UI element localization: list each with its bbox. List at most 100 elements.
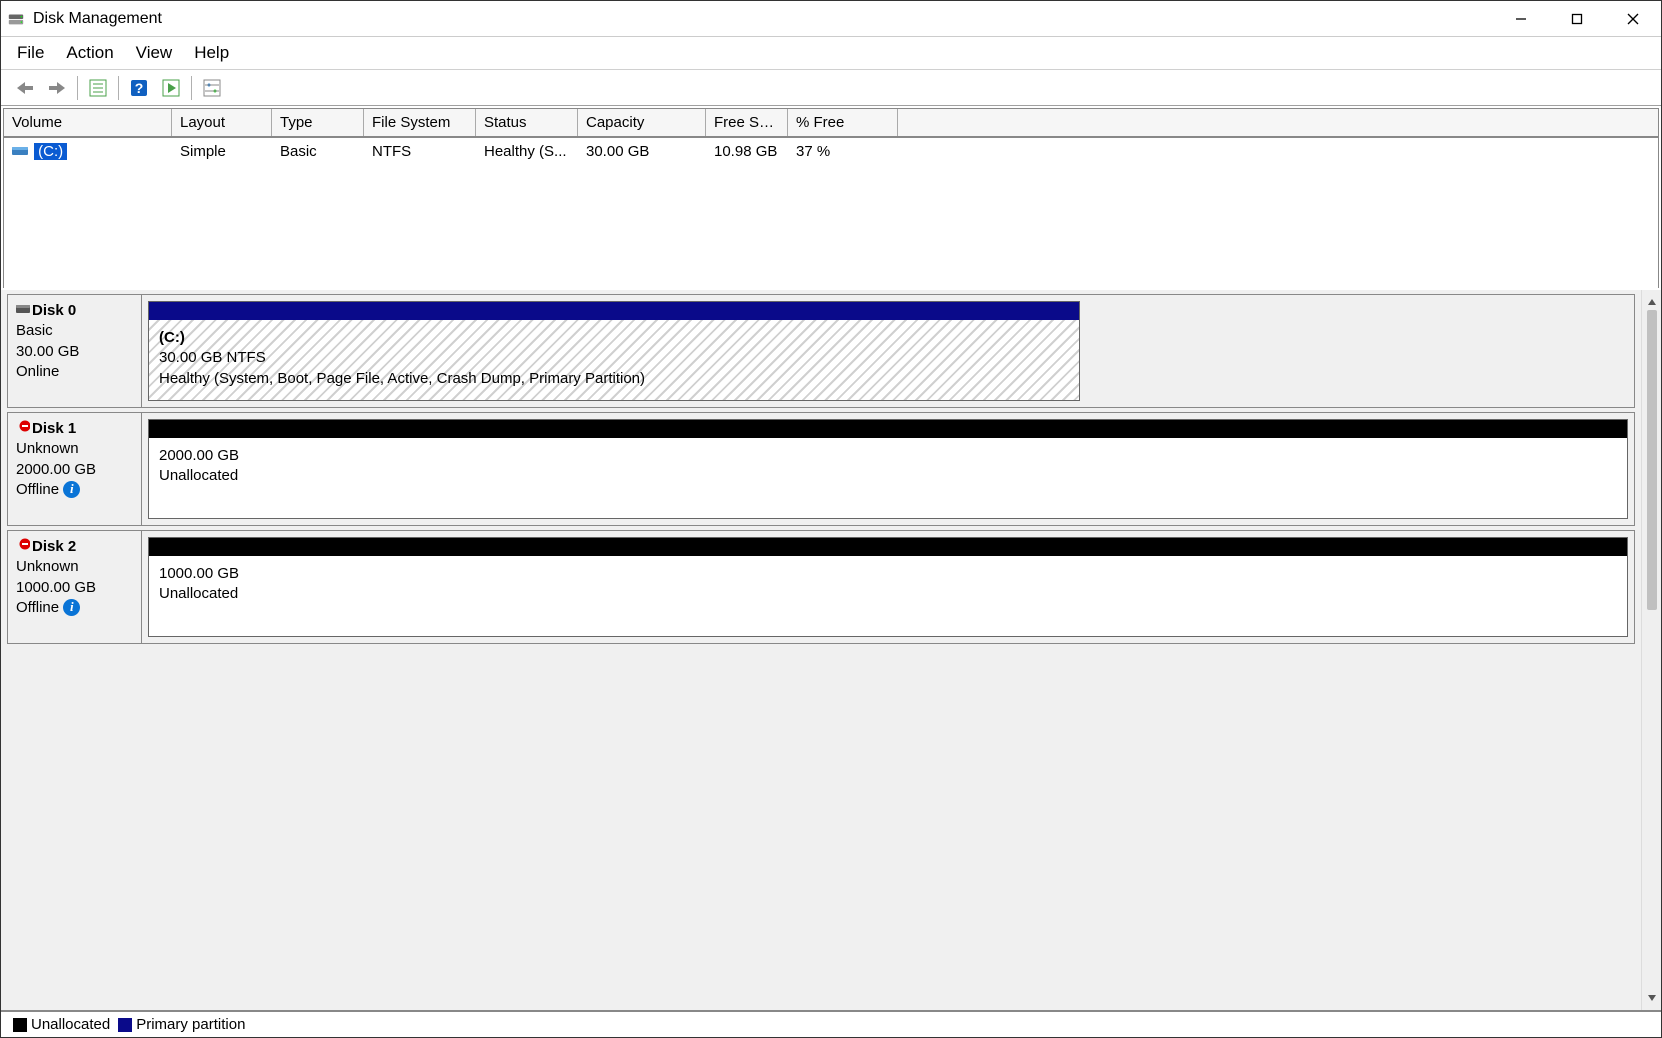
error-icon xyxy=(16,419,30,439)
forward-button[interactable] xyxy=(43,75,71,101)
menu-action[interactable]: Action xyxy=(66,43,113,63)
maximize-button[interactable] xyxy=(1549,1,1605,37)
menu-help[interactable]: Help xyxy=(194,43,229,63)
disk-name: Disk 0 xyxy=(16,301,133,321)
disk-management-window: Disk Management File Action View Help xyxy=(0,0,1662,1038)
close-button[interactable] xyxy=(1605,1,1661,37)
disk-kind: Unknown xyxy=(16,557,133,577)
toolbar-separator xyxy=(118,76,119,100)
title-bar: Disk Management xyxy=(1,1,1661,37)
toolbar: ? xyxy=(1,70,1661,106)
volume-header-row: Volume Layout Type File System Status Ca… xyxy=(4,109,1658,138)
header-status[interactable]: Status xyxy=(476,109,578,136)
volume-row[interactable]: (C:) SimpleBasicNTFSHealthy (S...30.00 GB… xyxy=(4,138,1658,166)
volume-list-pane: Volume Layout Type File System Status Ca… xyxy=(3,108,1659,288)
title-bar-left: Disk Management xyxy=(7,10,162,28)
volume-percent-free: 37 % xyxy=(788,141,898,163)
info-icon[interactable] xyxy=(63,599,80,616)
disk-state: Offline xyxy=(16,480,133,500)
disk-row[interactable]: Disk 0Basic30.00 GBOnline(C:)30.00 GB NT… xyxy=(7,294,1635,408)
partition-size: 1000.00 GB xyxy=(159,564,1617,584)
disk-graph-cell: 1000.00 GBUnallocated xyxy=(142,531,1634,643)
disk-row[interactable]: Disk 2Unknown1000.00 GBOffline 1000.00 G… xyxy=(7,530,1635,644)
header-free-space[interactable]: Free Spa... xyxy=(706,109,788,136)
partition-header xyxy=(149,302,1079,320)
menu-file[interactable]: File xyxy=(17,43,44,63)
volume-icon xyxy=(12,144,28,161)
partition-size: 30.00 GB NTFS xyxy=(159,348,1069,368)
info-icon[interactable] xyxy=(63,481,80,498)
volume-rows: (C:) SimpleBasicNTFSHealthy (S...30.00 GB… xyxy=(4,138,1658,166)
disk-info-cell: Disk 1Unknown2000.00 GBOffline xyxy=(8,413,142,525)
toolbar-separator xyxy=(77,76,78,100)
legend-swatch-unallocated xyxy=(13,1018,27,1032)
disk-state: Offline xyxy=(16,598,133,618)
legend-unallocated: Unallocated xyxy=(13,1016,110,1033)
partition-status: Unallocated xyxy=(159,466,1617,486)
volume-fs: NTFS xyxy=(364,141,476,163)
legend-bar: Unallocated Primary partition xyxy=(1,1010,1661,1037)
disk-size: 2000.00 GB xyxy=(16,460,133,480)
disk-size: 1000.00 GB xyxy=(16,578,133,598)
header-percent-free[interactable]: % Free xyxy=(788,109,898,136)
disk-rows-container: Disk 0Basic30.00 GBOnline(C:)30.00 GB NT… xyxy=(1,290,1641,1010)
partition-title: (C:) xyxy=(159,328,1069,348)
header-file-system[interactable]: File System xyxy=(364,109,476,136)
volume-free: 10.98 GB xyxy=(706,141,788,163)
partition-header xyxy=(149,420,1627,438)
legend-primary: Primary partition xyxy=(118,1016,245,1033)
disk-info-cell: Disk 2Unknown1000.00 GBOffline xyxy=(8,531,142,643)
volume-capacity: 30.00 GB xyxy=(578,141,706,163)
partition-body: (C:)30.00 GB NTFSHealthy (System, Boot, … xyxy=(149,320,1079,400)
partition-size: 2000.00 GB xyxy=(159,446,1617,466)
partition-header xyxy=(149,538,1627,556)
disk-kind: Basic xyxy=(16,321,133,341)
show-contents-button[interactable] xyxy=(84,75,112,101)
partition-status: Healthy (System, Boot, Page File, Active… xyxy=(159,369,1069,389)
svg-text:?: ? xyxy=(135,80,144,96)
error-icon xyxy=(16,537,30,557)
disk-state: Online xyxy=(16,362,133,382)
toolbar-separator xyxy=(191,76,192,100)
window-title: Disk Management xyxy=(33,10,162,28)
volume-name-cell: (C:) xyxy=(4,141,172,163)
disk-kind: Unknown xyxy=(16,439,133,459)
partition-body: 2000.00 GBUnallocated xyxy=(149,438,1627,518)
menu-bar: File Action View Help xyxy=(1,37,1661,70)
partition[interactable]: 1000.00 GBUnallocated xyxy=(148,537,1628,637)
disk-icon xyxy=(16,301,30,321)
disk-size: 30.00 GB xyxy=(16,342,133,362)
scroll-up-button[interactable] xyxy=(1644,294,1660,310)
scrollbar-thumb[interactable] xyxy=(1647,310,1657,610)
disk-info-cell: Disk 0Basic30.00 GBOnline xyxy=(8,295,142,407)
partition[interactable]: (C:)30.00 GB NTFSHealthy (System, Boot, … xyxy=(148,301,1080,401)
header-spacer xyxy=(898,109,1658,136)
window-controls xyxy=(1493,1,1661,37)
volume-status: Healthy (S... xyxy=(476,141,578,163)
header-capacity[interactable]: Capacity xyxy=(578,109,706,136)
action-menu-button[interactable] xyxy=(157,75,185,101)
disk-graph-cell: (C:)30.00 GB NTFSHealthy (System, Boot, … xyxy=(142,295,1634,407)
settings-button[interactable] xyxy=(198,75,226,101)
volume-label: (C:) xyxy=(34,143,67,160)
legend-swatch-primary xyxy=(118,1018,132,1032)
header-volume[interactable]: Volume xyxy=(4,109,172,136)
help-button[interactable]: ? xyxy=(125,75,153,101)
app-icon xyxy=(7,10,25,28)
volume-layout: Simple xyxy=(172,141,272,163)
scroll-down-button[interactable] xyxy=(1644,990,1660,1006)
back-button[interactable] xyxy=(11,75,39,101)
disk-name: Disk 2 xyxy=(16,537,133,557)
minimize-button[interactable] xyxy=(1493,1,1549,37)
disk-graph-cell: 2000.00 GBUnallocated xyxy=(142,413,1634,525)
header-type[interactable]: Type xyxy=(272,109,364,136)
menu-view[interactable]: View xyxy=(136,43,173,63)
disk-graphical-pane: Disk 0Basic30.00 GBOnline(C:)30.00 GB NT… xyxy=(1,290,1661,1010)
vertical-scrollbar[interactable] xyxy=(1641,290,1661,1010)
partition-status: Unallocated xyxy=(159,584,1617,604)
disk-row[interactable]: Disk 1Unknown2000.00 GBOffline 2000.00 G… xyxy=(7,412,1635,526)
volume-type: Basic xyxy=(272,141,364,163)
partition-body: 1000.00 GBUnallocated xyxy=(149,556,1627,636)
partition[interactable]: 2000.00 GBUnallocated xyxy=(148,419,1628,519)
header-layout[interactable]: Layout xyxy=(172,109,272,136)
